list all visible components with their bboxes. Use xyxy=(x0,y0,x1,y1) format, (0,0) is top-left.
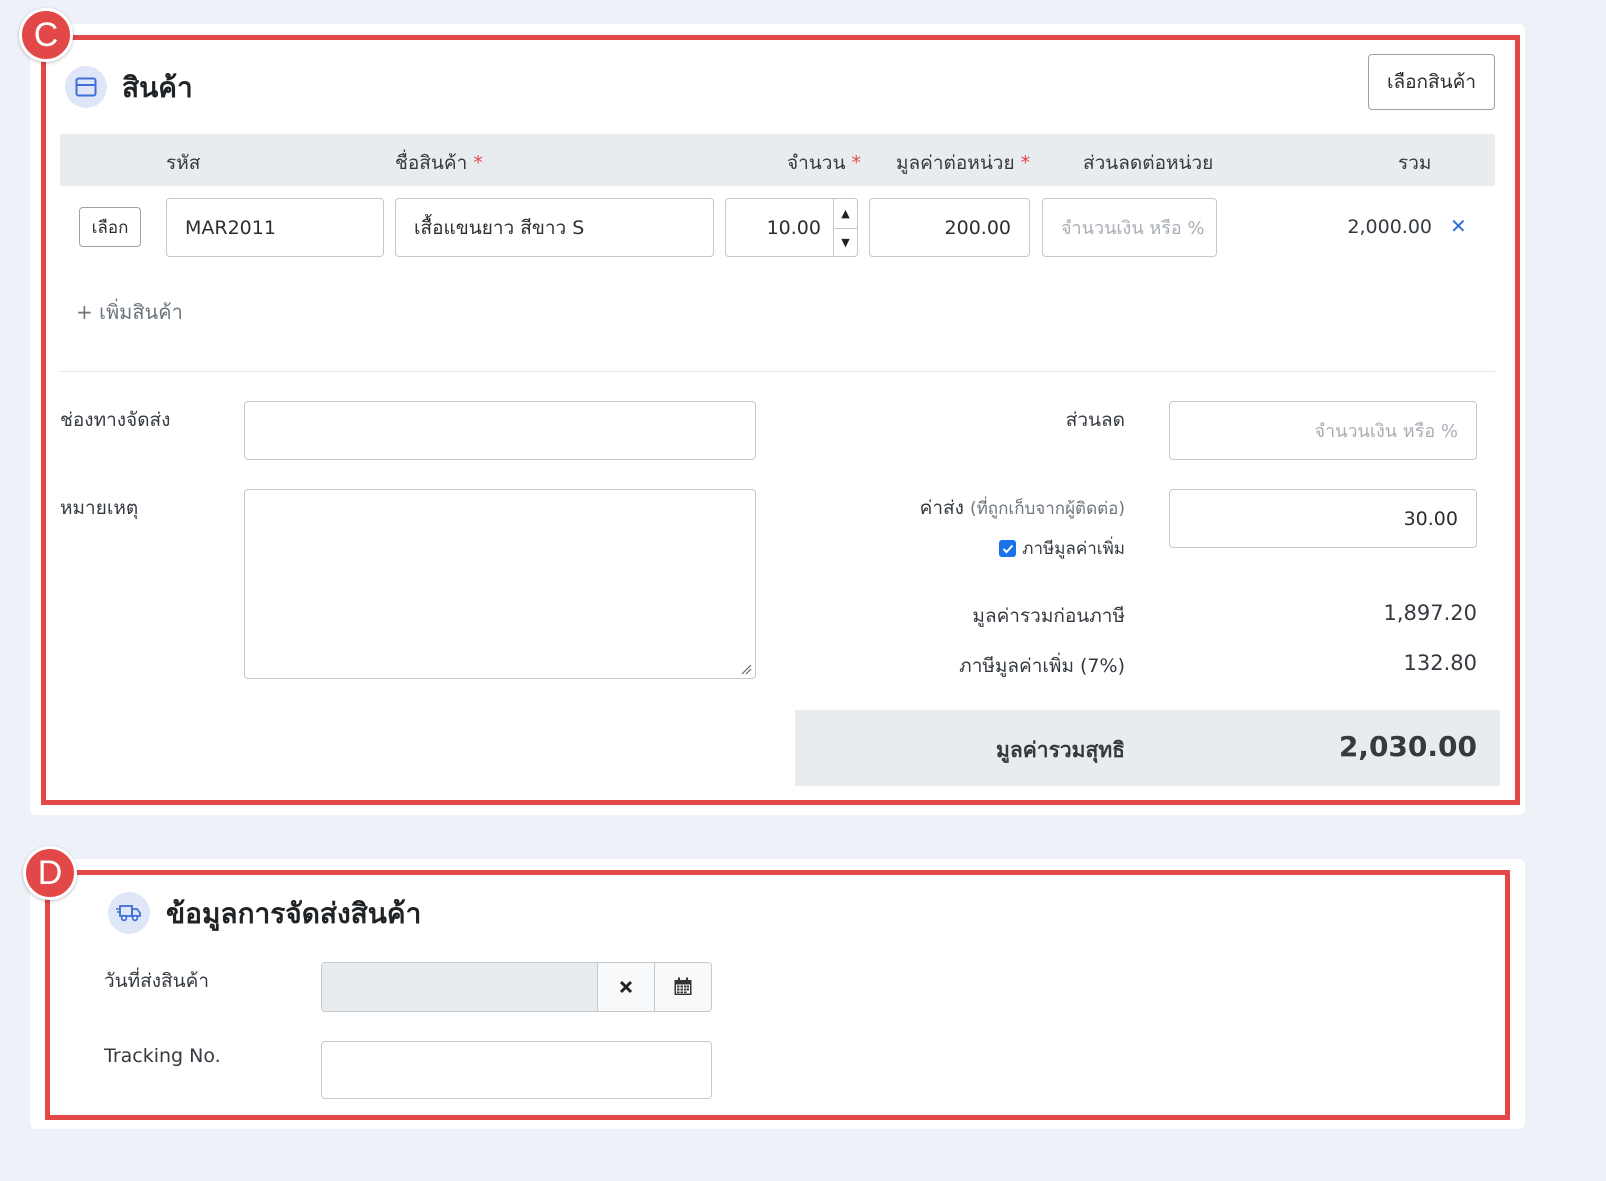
vat-checkbox[interactable] xyxy=(999,540,1017,557)
row-total: 2,000.00 xyxy=(1347,216,1432,238)
calendar-icon[interactable] xyxy=(654,963,711,1011)
shipping-fee-input[interactable]: 30.00 xyxy=(1169,489,1477,548)
ship-date-input[interactable] xyxy=(322,963,597,1011)
shipping-title: ข้อมูลการจัดส่งสินค้า xyxy=(166,897,422,930)
col-name: ชื่อสินค้า * xyxy=(395,152,483,174)
section-divider xyxy=(60,371,1495,372)
shipping-icon-circle xyxy=(108,892,150,934)
quantity-input[interactable]: 10.00 ▲ ▼ xyxy=(725,198,858,257)
products-title: สินค้า xyxy=(122,71,193,104)
resize-handle-icon[interactable] xyxy=(740,663,752,675)
subtotal-label: มูลค่ารวมก่อนภาษี xyxy=(972,605,1125,627)
col-unit-price: มูลค่าต่อหน่วย * xyxy=(896,152,1031,174)
vat-checkbox-row[interactable]: ภาษีมูลค่าเพิ่ม xyxy=(925,535,1125,562)
truck-icon xyxy=(116,905,141,922)
vat-value: 132.80 xyxy=(1403,651,1477,675)
stepper-down-icon[interactable]: ▼ xyxy=(834,229,857,257)
marker-c: C xyxy=(19,8,73,62)
product-code-input[interactable]: MAR2011 xyxy=(166,198,384,257)
stepper-up-icon[interactable]: ▲ xyxy=(834,199,857,229)
tracking-input[interactable] xyxy=(321,1041,712,1099)
ship-date-group xyxy=(321,962,712,1012)
note-label: หมายเหตุ xyxy=(60,497,139,519)
vat-checkbox-label: ภาษีมูลค่าเพิ่ม xyxy=(1022,539,1125,559)
grand-total-value: 2,030.00 xyxy=(1338,730,1477,763)
add-item-link[interactable]: + เพิ่มสินค้า xyxy=(76,296,183,328)
shipping-channel-label: ช่องทางจัดส่ง xyxy=(60,409,171,431)
vat-label: ภาษีมูลค่าเพิ่ม (7%) xyxy=(959,655,1125,677)
discount-input[interactable]: จำนวนเงิน หรือ % xyxy=(1169,401,1477,460)
box-icon xyxy=(75,77,97,97)
discount-label: ส่วนลด xyxy=(1065,409,1125,431)
col-total: รวม xyxy=(1398,152,1432,174)
shipping-fee-hint: (ที่ถูกเก็บจากผู้ติดต่อ) xyxy=(969,499,1125,519)
grand-total-label: มูลค่ารวมสุทธิ xyxy=(996,738,1125,762)
shipping-channel-input[interactable] xyxy=(244,401,756,460)
clear-date-icon[interactable] xyxy=(597,963,654,1011)
tracking-label: Tracking No. xyxy=(104,1045,221,1067)
product-name-input[interactable]: เสื้อแขนยาว สีขาว S xyxy=(395,198,714,257)
grand-total-bar: มูลค่ารวมสุทธิ 2,030.00 xyxy=(795,710,1500,786)
col-unit-discount: ส่วนลดต่อหน่วย xyxy=(1083,152,1214,174)
select-products-button[interactable]: เลือกสินค้า xyxy=(1368,54,1495,110)
items-table-header: รหัส ชื่อสินค้า * จำนวน * มูลค่าต่อหน่วย… xyxy=(60,134,1495,186)
col-qty: จำนวน * xyxy=(787,152,861,174)
ship-date-label: วันที่ส่งสินค้า xyxy=(104,970,210,992)
unit-price-input[interactable]: 200.00 xyxy=(869,198,1030,257)
check-icon xyxy=(1002,544,1014,553)
quantity-stepper[interactable]: ▲ ▼ xyxy=(833,199,857,257)
quantity-value: 10.00 xyxy=(766,216,821,239)
select-product-button[interactable]: เลือก xyxy=(79,207,141,247)
col-code: รหัส xyxy=(166,152,201,174)
unit-discount-input[interactable]: จำนวนเงิน หรือ % xyxy=(1042,198,1217,257)
products-icon-circle xyxy=(65,66,107,108)
note-textarea[interactable] xyxy=(244,489,756,679)
remove-row-icon[interactable]: ✕ xyxy=(1450,214,1467,238)
shipping-fee-label: ค่าส่ง (ที่ถูกเก็บจากผู้ติดต่อ) xyxy=(919,497,1125,519)
marker-d: D xyxy=(23,846,77,900)
subtotal-value: 1,897.20 xyxy=(1383,601,1477,625)
